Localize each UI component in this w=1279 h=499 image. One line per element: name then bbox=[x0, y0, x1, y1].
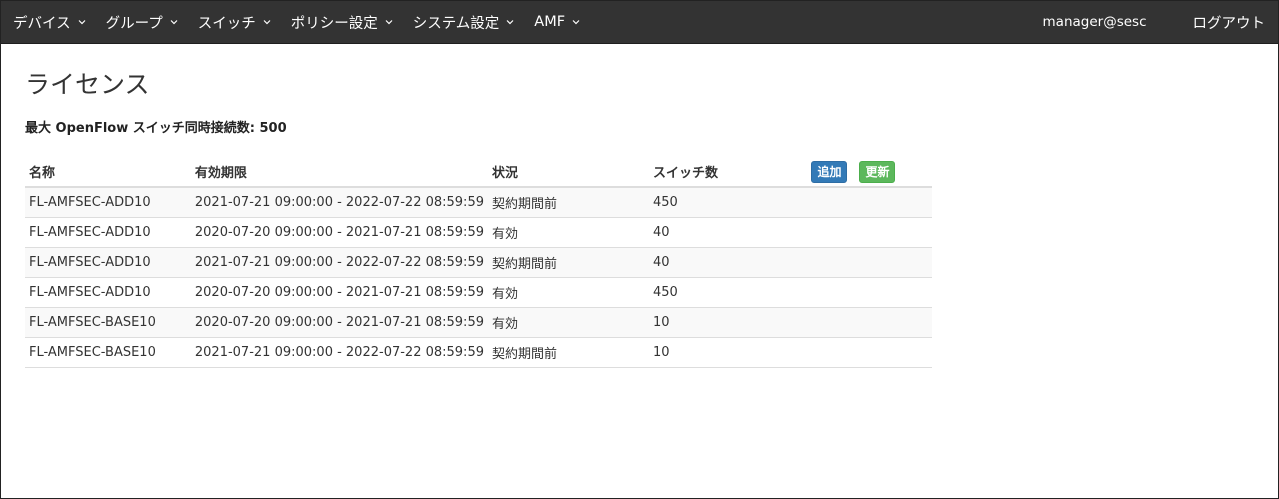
chevron-down-icon bbox=[78, 18, 86, 26]
cell-switches: 40 bbox=[649, 216, 808, 247]
top-navbar: デバイス グループ スイッチ ポリシー設定 システム設定 AMF manager… bbox=[1, 1, 1278, 44]
logout-link[interactable]: ログアウト bbox=[1193, 12, 1266, 33]
nav-policy-menu[interactable]: ポリシー設定 bbox=[281, 1, 403, 43]
column-header-period: 有効期限 bbox=[190, 157, 488, 188]
cell-status: 有効 bbox=[487, 276, 649, 307]
nav-devices-menu[interactable]: デバイス bbox=[3, 1, 96, 43]
nav-switches-label: スイッチ bbox=[197, 15, 256, 32]
cell-empty bbox=[807, 276, 932, 307]
table-row: FL-AMFSEC-ADD10 2020-07-20 09:00:00 - 20… bbox=[25, 276, 932, 307]
chevron-down-icon bbox=[385, 18, 393, 26]
cell-status: 有効 bbox=[487, 306, 649, 337]
cell-name: FL-AMFSEC-BASE10 bbox=[25, 306, 191, 337]
nav-groups-menu[interactable]: グループ bbox=[96, 1, 188, 43]
cell-period: 2020-07-20 09:00:00 - 2021-07-21 08:59:5… bbox=[190, 216, 488, 247]
cell-empty bbox=[807, 216, 932, 247]
cell-status: 有効 bbox=[487, 216, 649, 247]
cell-switches: 450 bbox=[649, 186, 808, 217]
cell-period: 2021-07-21 09:00:00 - 2022-07-22 08:59:5… bbox=[190, 186, 488, 217]
cell-switches: 450 bbox=[649, 276, 808, 307]
cell-period: 2020-07-20 09:00:00 - 2021-07-21 08:59:5… bbox=[190, 276, 488, 307]
add-button[interactable]: 追加 bbox=[811, 160, 848, 183]
license-table: 名称 有効期限 状況 スイッチ数 追加 更新 FL-AMFSEC-ADD10 20… bbox=[25, 157, 932, 368]
nav-menu: デバイス グループ スイッチ ポリシー設定 システム設定 AMF bbox=[1, 1, 590, 43]
nav-user-area: manager@sesc ログアウト bbox=[1043, 1, 1278, 43]
chevron-down-icon bbox=[506, 18, 514, 26]
nav-amf-label: AMF bbox=[534, 14, 566, 30]
page-title: ライセンス bbox=[25, 70, 150, 99]
main-content: ライセンス 最大 OpenFlow スイッチ同時接続数: 500 名称 有効期限… bbox=[25, 67, 933, 368]
table-row: FL-AMFSEC-ADD10 2021-07-21 09:00:00 - 20… bbox=[25, 246, 932, 277]
chevron-down-icon bbox=[170, 18, 178, 26]
cell-period: 2021-07-21 09:00:00 - 2022-07-22 08:59:5… bbox=[190, 336, 488, 368]
nav-switches-menu[interactable]: スイッチ bbox=[188, 1, 281, 43]
cell-name: FL-AMFSEC-ADD10 bbox=[25, 186, 191, 217]
nav-system-menu[interactable]: システム設定 bbox=[403, 1, 525, 43]
cell-empty bbox=[807, 186, 932, 217]
column-header-status: 状況 bbox=[487, 157, 649, 188]
table-header-row: 名称 有効期限 状況 スイッチ数 追加 更新 bbox=[25, 157, 932, 188]
max-connections-text: 最大 OpenFlow スイッチ同時接続数: 500 bbox=[25, 121, 287, 136]
cell-status: 契約期間前 bbox=[487, 336, 649, 368]
chevron-down-icon bbox=[572, 18, 580, 26]
cell-empty bbox=[807, 246, 932, 277]
cell-empty bbox=[807, 336, 932, 368]
cell-name: FL-AMFSEC-ADD10 bbox=[25, 276, 191, 307]
table-row: FL-AMFSEC-BASE10 2020-07-20 09:00:00 - 2… bbox=[25, 306, 932, 337]
cell-name: FL-AMFSEC-ADD10 bbox=[25, 216, 191, 247]
nav-system-label: システム設定 bbox=[412, 15, 500, 32]
cell-switches: 40 bbox=[649, 246, 808, 277]
cell-switches: 10 bbox=[649, 306, 808, 337]
cell-period: 2021-07-21 09:00:00 - 2022-07-22 08:59:5… bbox=[190, 246, 488, 277]
column-header-name: 名称 bbox=[25, 157, 191, 188]
current-user: manager@sesc bbox=[1042, 14, 1147, 30]
cell-name: FL-AMFSEC-ADD10 bbox=[25, 246, 191, 277]
table-row: FL-AMFSEC-ADD10 2021-07-21 09:00:00 - 20… bbox=[25, 186, 932, 217]
nav-amf-menu[interactable]: AMF bbox=[524, 1, 590, 43]
nav-groups-label: グループ bbox=[105, 15, 163, 32]
column-header-switches: スイッチ数 bbox=[649, 157, 808, 188]
nav-devices-label: デバイス bbox=[13, 15, 71, 32]
nav-policy-label: ポリシー設定 bbox=[290, 15, 378, 32]
cell-empty bbox=[807, 306, 932, 337]
cell-switches: 10 bbox=[649, 336, 808, 368]
cell-status: 契約期間前 bbox=[487, 246, 649, 277]
cell-name: FL-AMFSEC-BASE10 bbox=[25, 336, 191, 368]
update-button[interactable]: 更新 bbox=[859, 160, 896, 183]
chevron-down-icon bbox=[263, 18, 271, 26]
cell-period: 2020-07-20 09:00:00 - 2021-07-21 08:59:5… bbox=[190, 306, 488, 337]
cell-status: 契約期間前 bbox=[487, 186, 649, 217]
column-header-actions: 追加 更新 bbox=[807, 157, 932, 188]
table-row: FL-AMFSEC-BASE10 2021-07-21 09:00:00 - 2… bbox=[25, 336, 932, 368]
table-row: FL-AMFSEC-ADD10 2020-07-20 09:00:00 - 20… bbox=[25, 216, 932, 247]
